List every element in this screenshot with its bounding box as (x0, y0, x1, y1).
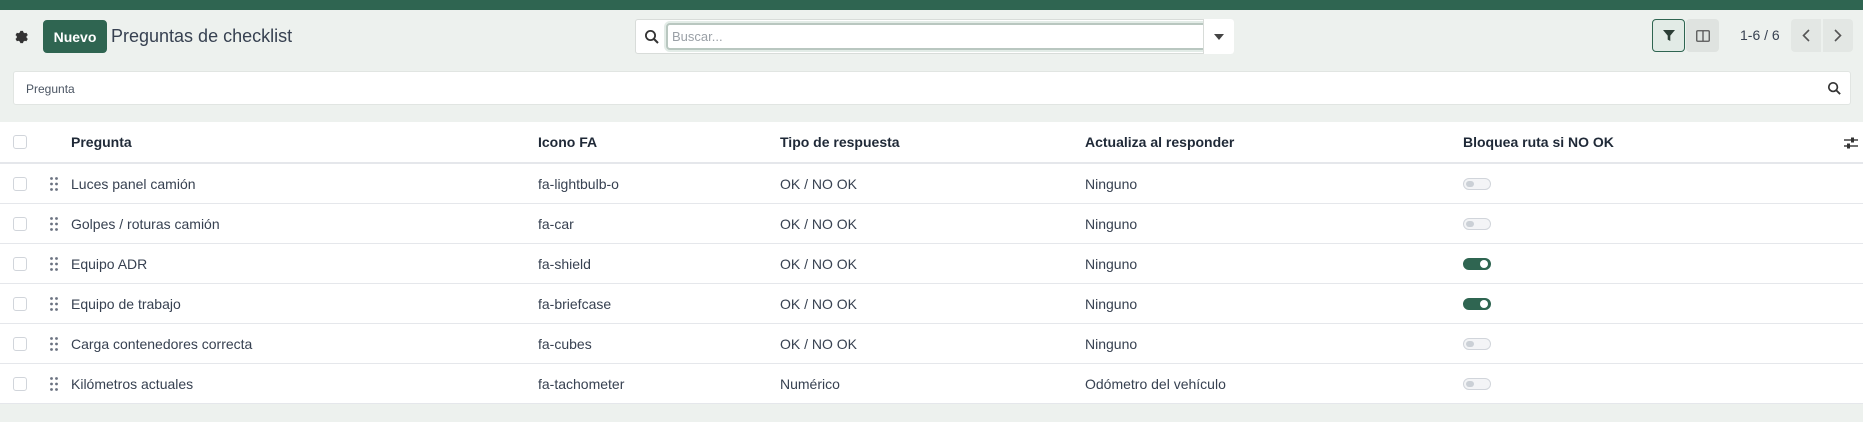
optional-columns-icon[interactable] (1843, 135, 1859, 151)
row-checkbox[interactable] (13, 217, 27, 231)
cell-icono: fa-cubes (538, 335, 592, 352)
drag-handle-icon[interactable] (49, 376, 59, 392)
table-row[interactable]: Carga contenedores correcta fa-cubes OK / … (0, 324, 1863, 364)
cell-pregunta: Equipo de trabajo (71, 295, 181, 312)
cell-actualiza: Ninguno (1085, 335, 1138, 352)
toggle-knob (1480, 300, 1488, 308)
cell-pregunta: Carga contenedores correcta (71, 335, 253, 352)
toggle-knob (1480, 260, 1488, 268)
bloquea-toggle[interactable] (1463, 298, 1491, 310)
bloquea-toggle[interactable] (1463, 378, 1491, 390)
cell-pregunta: Luces panel camión (71, 175, 196, 192)
column-search-bar (13, 71, 1851, 105)
column-header-bloquea[interactable]: Bloquea ruta si NO OK (1463, 122, 1614, 162)
table-row[interactable]: Equipo ADR fa-shield OK / NO OK Ninguno (0, 244, 1863, 284)
chevron-right-icon (1834, 29, 1842, 42)
column-header-tipo[interactable]: Tipo de respuesta (780, 122, 900, 162)
table-row[interactable]: Equipo de trabajo fa-briefcase OK / NO OK N… (0, 284, 1863, 324)
cell-icono: fa-car (538, 215, 574, 232)
top-nav-bar (0, 0, 1863, 10)
column-header-pregunta[interactable]: Pregunta (71, 122, 132, 162)
search-input[interactable] (666, 23, 1232, 50)
filter-icon (1662, 29, 1675, 41)
cell-actualiza: Ninguno (1085, 295, 1138, 312)
gear-icon[interactable] (12, 28, 30, 46)
cell-tipo: OK / NO OK (780, 295, 858, 312)
cell-pregunta: Golpes / roturas camión (71, 215, 220, 232)
column-search-input[interactable] (26, 80, 1806, 98)
search-options-toggle[interactable] (1203, 19, 1234, 54)
search-icon[interactable] (1827, 81, 1842, 96)
row-checkbox[interactable] (13, 177, 27, 191)
page-background (0, 404, 1863, 422)
cell-tipo: Numérico (780, 375, 840, 392)
bloquea-toggle[interactable] (1463, 338, 1491, 350)
table-header: Pregunta Icono FA Tipo de respuesta Actu… (0, 122, 1863, 164)
drag-handle-icon[interactable] (49, 336, 59, 352)
drag-handle-icon[interactable] (49, 216, 59, 232)
bloquea-toggle[interactable] (1463, 258, 1491, 270)
toggle-knob (1466, 381, 1474, 387)
toggle-knob (1466, 341, 1474, 347)
search-icon (645, 30, 659, 44)
table-row[interactable]: Luces panel camión fa-lightbulb-o OK / NO … (0, 164, 1863, 204)
cell-actualiza: Ninguno (1085, 175, 1138, 192)
filter-button[interactable] (1652, 19, 1685, 52)
cell-icono: fa-briefcase (538, 295, 612, 312)
cell-icono: fa-lightbulb-o (538, 175, 619, 192)
page-title: Preguntas de checklist (111, 26, 293, 46)
cell-icono: fa-tachometer (538, 375, 625, 392)
list-table: Pregunta Icono FA Tipo de respuesta Actu… (0, 122, 1863, 404)
search-bar (635, 19, 1234, 54)
row-checkbox[interactable] (13, 297, 27, 311)
cell-actualiza: Ninguno (1085, 255, 1138, 272)
columns-icon (1695, 29, 1710, 42)
select-all-checkbox[interactable] (13, 135, 27, 149)
column-header-actualiza[interactable]: Actualiza al responder (1085, 122, 1234, 162)
caret-down-icon (1214, 33, 1224, 40)
bloquea-toggle[interactable] (1463, 218, 1491, 230)
pager-next-button[interactable] (1823, 19, 1853, 52)
row-checkbox[interactable] (13, 337, 27, 351)
cell-actualiza: Ninguno (1085, 215, 1138, 232)
columns-view-button[interactable] (1686, 19, 1719, 52)
pager-previous-button[interactable] (1791, 19, 1821, 52)
cell-icono: fa-shield (538, 255, 591, 272)
toggle-knob (1466, 221, 1474, 227)
cell-pregunta: Equipo ADR (71, 255, 148, 272)
drag-handle-icon[interactable] (49, 256, 59, 272)
table-row[interactable]: Kilómetros actuales fa-tachometer Numérico… (0, 364, 1863, 404)
toggle-knob (1466, 181, 1474, 187)
cell-tipo: OK / NO OK (780, 215, 858, 232)
table-row[interactable]: Golpes / roturas camión fa-car OK / NO OK N… (0, 204, 1863, 244)
drag-handle-icon[interactable] (49, 296, 59, 312)
row-checkbox[interactable] (13, 257, 27, 271)
new-button[interactable]: Nuevo (43, 20, 107, 53)
cell-tipo: OK / NO OK (780, 335, 858, 352)
cell-actualiza: Odómetro del vehículo (1085, 375, 1226, 392)
drag-handle-icon[interactable] (49, 176, 59, 192)
cell-pregunta: Kilómetros actuales (71, 375, 194, 392)
chevron-left-icon (1802, 29, 1810, 42)
bloquea-toggle[interactable] (1463, 178, 1491, 190)
table-body: Luces panel camión fa-lightbulb-o OK / NO … (0, 164, 1863, 404)
cell-tipo: OK / NO OK (780, 175, 858, 192)
cell-tipo: OK / NO OK (780, 255, 858, 272)
row-checkbox[interactable] (13, 377, 27, 391)
pager-value[interactable]: 1-6 / 6 (1740, 27, 1780, 43)
column-header-icono[interactable]: Icono FA (538, 122, 597, 162)
